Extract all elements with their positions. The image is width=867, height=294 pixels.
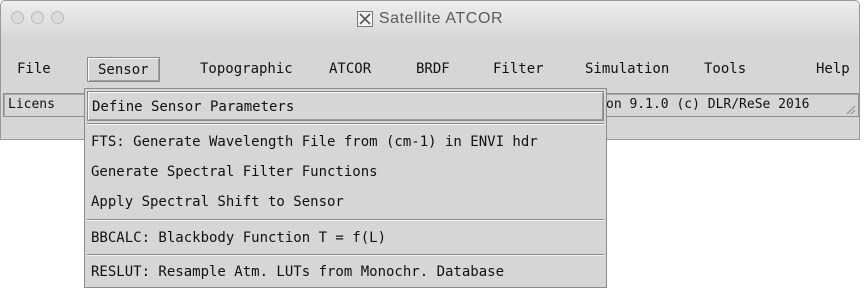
window-title: Satellite ATCOR <box>378 9 504 27</box>
menu-topographic[interactable]: Topographic <box>190 57 303 82</box>
menu-filter[interactable]: Filter <box>483 57 554 82</box>
menu-tools[interactable]: Tools <box>694 57 756 82</box>
menu-file[interactable]: File <box>7 57 61 82</box>
menu-simulation[interactable]: Simulation <box>575 57 679 82</box>
resize-grip-icon[interactable] <box>844 103 856 115</box>
menu-item-reslut[interactable]: RESLUT: Resample Atm. LUTs from Monochr.… <box>87 257 604 287</box>
menu-brdf[interactable]: BRDF <box>406 57 460 82</box>
title-bar[interactable]: Satellite ATCOR <box>1 1 859 37</box>
menu-item-bbcalc[interactable]: BBCALC: Blackbody Function T = f(L) <box>87 223 604 253</box>
menu-sensor[interactable]: Sensor <box>87 57 160 82</box>
menu-help[interactable]: Help <box>806 57 859 82</box>
menu-bar: File Sensor Topographic ATCOR BRDF Filte… <box>1 36 859 86</box>
menu-separator <box>87 219 604 221</box>
version-field: on 9.1.0 (c) DLR/ReSe 2016 <box>605 93 859 117</box>
license-field: Licens <box>3 93 87 117</box>
menu-item-define-sensor-parameters[interactable]: Define Sensor Parameters <box>87 91 604 121</box>
menu-item-generate-spectral-filter[interactable]: Generate Spectral Filter Functions <box>87 157 604 187</box>
menu-separator <box>87 254 604 256</box>
menu-item-apply-spectral-shift[interactable]: Apply Spectral Shift to Sensor <box>87 187 604 217</box>
window-title-group: Satellite ATCOR <box>1 1 859 36</box>
x11-icon <box>356 10 373 27</box>
menu-atcor[interactable]: ATCOR <box>319 57 381 82</box>
sensor-dropdown-menu: Define Sensor Parameters FTS: Generate W… <box>84 88 607 288</box>
menu-separator <box>87 123 604 125</box>
menu-item-fts-generate-wavelength[interactable]: FTS: Generate Wavelength File from (cm-1… <box>87 127 604 157</box>
